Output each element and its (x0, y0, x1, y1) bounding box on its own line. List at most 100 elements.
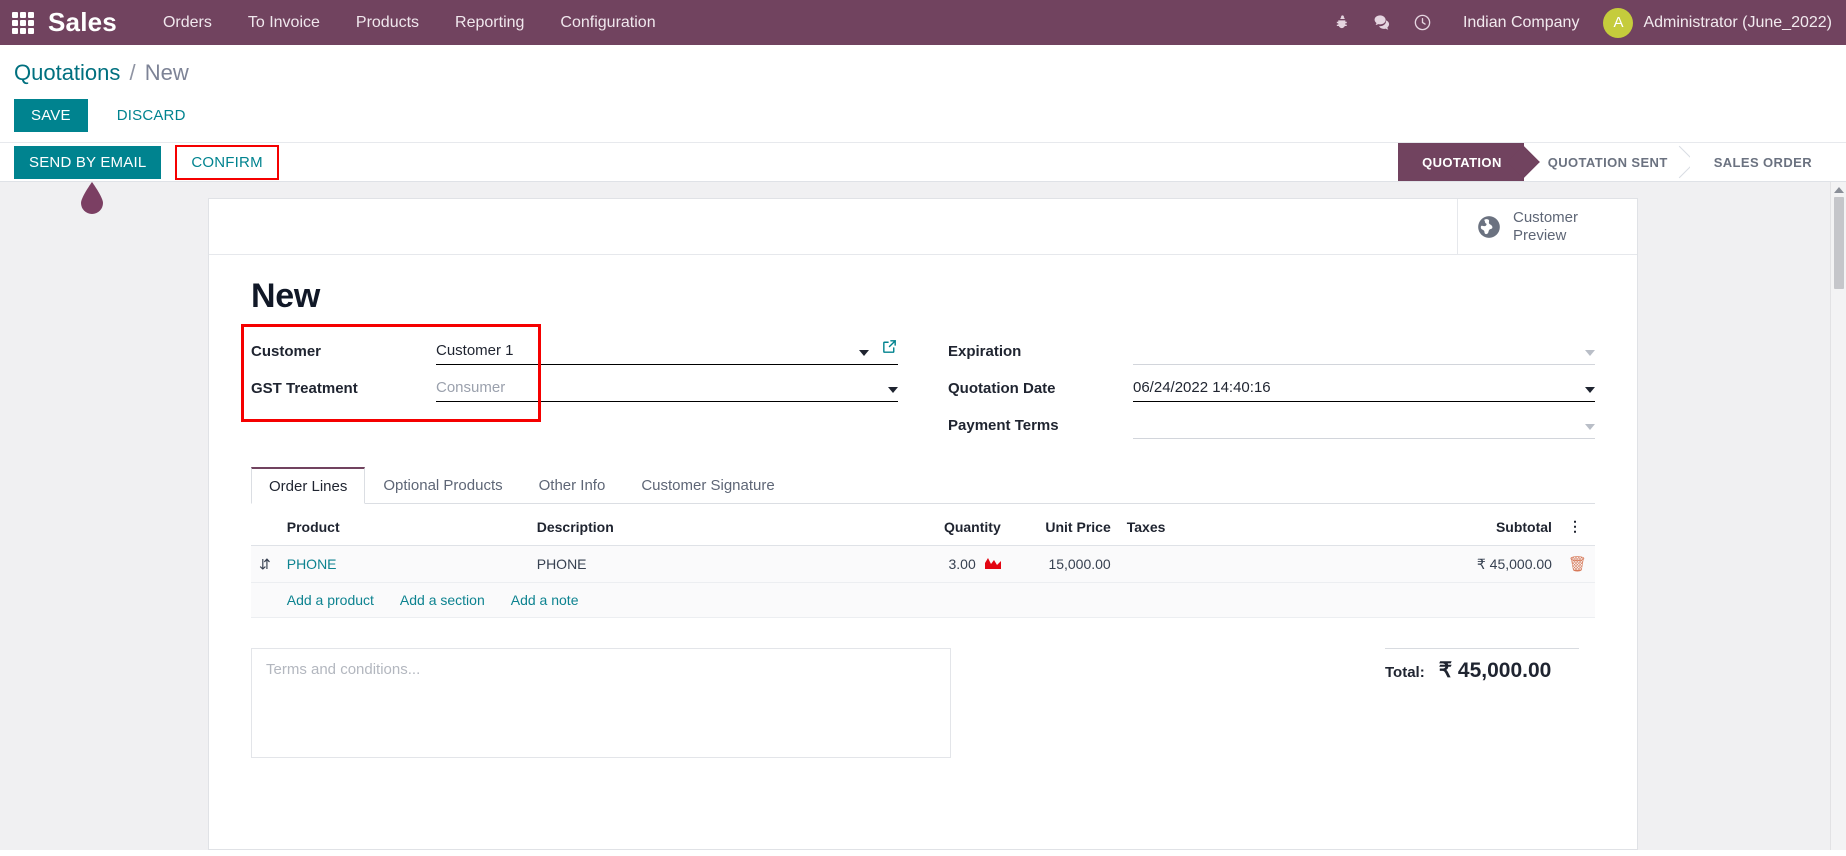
trash-icon[interactable]: 🗑 (1568, 556, 1587, 573)
field-label-payment-terms: Payment Terms (948, 417, 1059, 434)
main-menu: Orders To Invoice Products Reporting Con… (145, 2, 674, 44)
cell-delete: 🗑 (1559, 545, 1595, 583)
field-wrapper-payment-terms (1133, 416, 1595, 439)
vertical-dots-icon[interactable]: ⋮ (1559, 508, 1595, 546)
col-unit-price[interactable]: Unit Price (1008, 508, 1119, 546)
product-link-phone[interactable]: PHONE (287, 556, 337, 572)
field-label-quotation-date: Quotation Date (948, 380, 1056, 397)
menu-item-products[interactable]: Products (338, 2, 437, 44)
chevron-down-icon-quotation-date[interactable] (1585, 387, 1595, 393)
breadcrumb-quotations[interactable]: Quotations (14, 60, 120, 85)
add-a-note-link[interactable]: Add a note (511, 592, 579, 608)
sheet-background: Customer Preview New Customer Customer 1 (0, 182, 1846, 850)
send-by-email-button[interactable]: SEND BY EMAIL (14, 145, 162, 179)
status-quotation-label: QUOTATION (1422, 154, 1502, 170)
user-menu[interactable]: A Administrator (June_2022) (1599, 7, 1832, 38)
cell-subtotal: ₹ 45,000.00 (1348, 545, 1560, 583)
messages-icon[interactable] (1363, 0, 1403, 45)
table-row[interactable]: ⇵ PHONE PHONE 3.00 15,000.00 ₹ 45,000.00… (251, 545, 1595, 583)
page-title: New (251, 277, 321, 315)
order-lines-footer: Terms and conditions... Total: ₹ 45,000.… (251, 648, 1595, 758)
action-status-bar: SEND BY EMAIL CONFIRM QUOTATION QUOTATIO… (0, 142, 1846, 214)
scroll-up-arrow-icon[interactable] (1833, 187, 1844, 193)
avatar: A (1603, 7, 1634, 38)
add-row-links-cell: Add a product Add a section Add a note (278, 582, 1595, 618)
chevron-down-icon-customer[interactable] (859, 350, 869, 356)
app-brand-sales[interactable]: Sales (48, 7, 117, 38)
menu-item-reporting[interactable]: Reporting (437, 2, 542, 44)
tab-optional-products[interactable]: Optional Products (365, 467, 520, 504)
cell-unit-price[interactable]: 15,000.00 (1008, 545, 1119, 583)
col-quantity[interactable]: Quantity (888, 508, 1009, 546)
external-link-icon-customer[interactable] (881, 338, 898, 360)
quotation-date-input[interactable]: 06/24/2022 14:40:16 (1133, 379, 1579, 398)
menu-item-configuration[interactable]: Configuration (542, 2, 673, 44)
discard-button[interactable]: DISCARD (100, 99, 203, 132)
add-a-section-link[interactable]: Add a section (400, 592, 485, 608)
gst-treatment-select[interactable]: Consumer (436, 379, 882, 398)
navbar-right-group: Indian Company A Administrator (June_202… (1323, 0, 1832, 45)
action-buttons: SEND BY EMAIL CONFIRM (0, 143, 279, 181)
field-row-customer: Customer Customer 1 (251, 330, 898, 365)
company-switcher[interactable]: Indian Company (1443, 14, 1600, 32)
status-sales-order[interactable]: SALES ORDER (1689, 143, 1834, 181)
menu-item-orders[interactable]: Orders (145, 2, 230, 44)
form-column-left: Customer Customer 1 GST Treatment Consum… (251, 330, 898, 441)
drag-handle-icon[interactable]: ⇵ (251, 545, 279, 583)
cell-description[interactable]: PHONE (528, 545, 889, 583)
cell-product[interactable]: PHONE (278, 545, 529, 583)
status-sales-order-label: SALES ORDER (1713, 154, 1812, 170)
chevron-down-icon-payment-terms[interactable] (1585, 424, 1595, 430)
form-column-right: Expiration Quotation Date 06/24/2022 14:… (948, 330, 1595, 441)
col-product[interactable]: Product (278, 508, 529, 546)
record-sheet: Customer Preview New Customer Customer 1 (208, 198, 1638, 850)
chevron-down-icon-gst-treatment[interactable] (888, 387, 898, 393)
top-navbar: Sales Orders To Invoice Products Reporti… (0, 0, 1846, 45)
customer-preview-button[interactable]: Customer Preview (1457, 199, 1637, 254)
field-wrapper-customer: Customer 1 (436, 338, 898, 365)
tab-order-lines[interactable]: Order Lines (251, 467, 366, 504)
activities-clock-icon[interactable] (1403, 0, 1443, 45)
quantity-value: 3.00 (948, 556, 976, 572)
field-wrapper-quotation-date: 06/24/2022 14:40:16 (1133, 379, 1595, 402)
bug-icon[interactable] (1323, 0, 1363, 45)
payment-terms-input[interactable] (1133, 416, 1579, 435)
notebook: Order Lines Optional Products Other Info… (251, 467, 1595, 758)
customer-input[interactable]: Customer 1 (436, 342, 853, 361)
apps-grid-icon[interactable] (10, 10, 36, 36)
order-lines-body: ⇵ PHONE PHONE 3.00 15,000.00 ₹ 45,000.00… (251, 545, 1595, 618)
add-a-product-link[interactable]: Add a product (287, 592, 374, 608)
chevron-down-icon-expiration[interactable] (1585, 350, 1595, 356)
forecast-area-chart-icon[interactable] (984, 556, 1001, 573)
order-lines-table: Product Description Quantity Unit Price … (251, 508, 1595, 618)
scrollbar-thumb[interactable] (1833, 197, 1844, 289)
col-taxes[interactable]: Taxes (1118, 508, 1349, 546)
menu-item-to-invoice[interactable]: To Invoice (230, 2, 338, 44)
col-handle (251, 508, 279, 546)
field-wrapper-gst-treatment: Consumer (436, 379, 898, 402)
add-row-handle-spacer (251, 582, 279, 618)
status-pipeline: QUOTATION QUOTATION SENT SALES ORDER (1398, 143, 1846, 181)
vertical-scrollbar[interactable] (1830, 182, 1846, 850)
field-label-expiration: Expiration (948, 343, 1022, 360)
cell-quantity[interactable]: 3.00 (888, 545, 1009, 583)
col-description[interactable]: Description (528, 508, 889, 546)
confirm-button[interactable]: CONFIRM (175, 144, 279, 180)
tab-customer-signature[interactable]: Customer Signature (623, 467, 792, 504)
notebook-tabs: Order Lines Optional Products Other Info… (251, 467, 1595, 504)
status-quotation-sent-label: QUOTATION SENT (1547, 154, 1668, 170)
status-quotation[interactable]: QUOTATION (1398, 143, 1524, 181)
save-button[interactable]: SAVE (14, 99, 88, 132)
globe-icon (1478, 215, 1500, 238)
terms-and-conditions-input[interactable]: Terms and conditions... (251, 648, 951, 758)
col-subtotal[interactable]: Subtotal (1348, 508, 1560, 546)
field-label-customer: Customer (251, 343, 322, 360)
order-lines-header-row: Product Description Quantity Unit Price … (251, 508, 1595, 546)
total-value: ₹ 45,000.00 (1438, 659, 1552, 682)
cell-taxes[interactable] (1118, 545, 1349, 583)
customer-preview-label: Customer Preview (1513, 209, 1578, 245)
tab-other-info[interactable]: Other Info (521, 467, 624, 504)
control-panel: Quotations / New SAVE DISCARD (0, 45, 1846, 142)
expiration-input[interactable] (1133, 342, 1579, 361)
status-quotation-sent[interactable]: QUOTATION SENT (1523, 143, 1690, 181)
